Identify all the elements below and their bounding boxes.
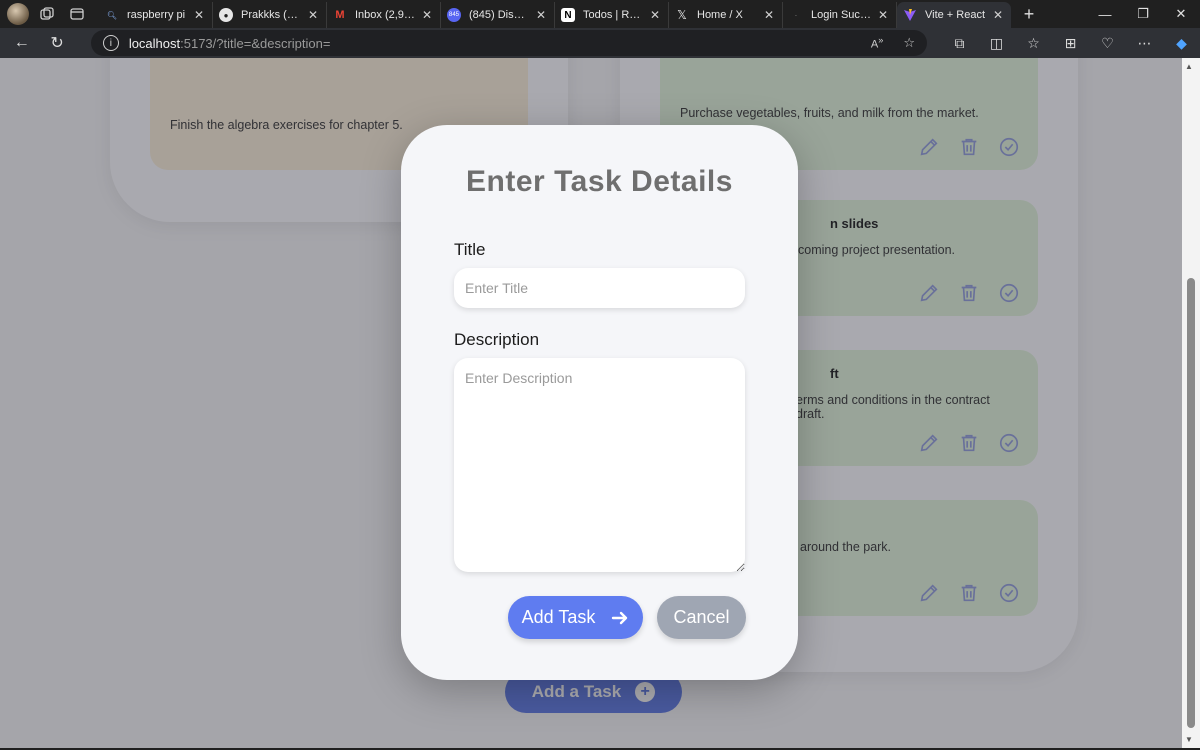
tab-strip: 🔍︎ raspberry pi ✕ ● Prakkks (Prak ✕ M In… — [99, 0, 1039, 28]
address-bar-row: ← ↻ i localhost :5173/?title=&descriptio… — [0, 28, 1200, 58]
tab-label: (845) Discord — [469, 9, 530, 21]
x-icon: 𝕏 — [677, 8, 687, 22]
tab-label: Home / X — [697, 9, 743, 21]
title-input[interactable] — [454, 268, 745, 308]
notion-icon: N — [561, 8, 575, 22]
tab-vite-react[interactable]: Vite + React ✕ — [897, 2, 1011, 28]
discord-badge: 845 — [448, 12, 459, 18]
browser-tab-bar: 🔍︎ raspberry pi ✕ ● Prakkks (Prak ✕ M In… — [0, 0, 1200, 28]
extensions-icon[interactable]: ⧉ — [941, 35, 978, 52]
vite-icon — [903, 8, 917, 22]
favorites-icon[interactable]: ☆ — [1015, 35, 1052, 52]
minimize-icon[interactable]: — — [1086, 7, 1124, 22]
title-label: Title — [454, 240, 486, 259]
new-tab-button[interactable]: + — [1019, 4, 1039, 25]
search-icon: 🔍︎ — [106, 10, 118, 20]
tab-login[interactable]: · Login Succes ✕ — [783, 2, 897, 28]
collections-icon[interactable]: ⊞ — [1052, 35, 1089, 52]
cancel-button[interactable]: Cancel — [657, 596, 746, 639]
close-icon[interactable]: ✕ — [762, 8, 776, 22]
description-label: Description — [454, 330, 540, 349]
tab-label: Login Succes — [811, 9, 872, 21]
tab-actions-icon[interactable] — [65, 2, 89, 26]
tab-gmail[interactable]: M Inbox (2,909) ✕ — [327, 2, 441, 28]
favorite-star-icon[interactable]: ☆ — [903, 35, 915, 51]
arrow-right-icon — [612, 611, 628, 624]
gmail-icon: M — [335, 9, 345, 21]
url-bar[interactable]: i localhost :5173/?title=&description= A… — [90, 30, 928, 56]
close-icon[interactable]: ✕ — [534, 8, 548, 22]
cancel-label: Cancel — [673, 607, 730, 627]
tab-todos[interactable]: N Todos | React ✕ — [555, 2, 669, 28]
split-screen-icon[interactable]: ◫ — [978, 35, 1015, 52]
page-scrollbar[interactable]: ▲ ▼ — [1182, 58, 1200, 748]
page-icon: · — [794, 10, 798, 20]
close-icon[interactable]: ✕ — [192, 8, 206, 22]
read-aloud-icon[interactable]: A» — [871, 35, 883, 51]
add-task-button[interactable]: Add Task — [508, 596, 643, 639]
tab-label: Prakkks (Prak — [241, 9, 302, 21]
close-window-icon[interactable]: ✕ — [1162, 6, 1200, 22]
back-arrow-icon[interactable]: ← — [4, 34, 39, 52]
page-viewport: Finish the algebra exercises for chapter… — [0, 58, 1182, 748]
site-info-icon[interactable]: i — [102, 35, 119, 51]
github-icon: ● — [219, 8, 233, 22]
tab-label: Inbox (2,909) — [355, 9, 416, 21]
description-textarea[interactable] — [454, 358, 745, 572]
restore-icon[interactable]: ❐ — [1124, 6, 1162, 22]
tab-github[interactable]: ● Prakkks (Prak ✕ — [213, 2, 327, 28]
close-icon[interactable]: ✕ — [420, 8, 434, 22]
tab-discord[interactable]: 845 (845) Discord ✕ — [441, 2, 555, 28]
browser-essentials-icon[interactable]: ♡ — [1089, 35, 1126, 52]
more-options-icon[interactable]: ⋯ — [1126, 35, 1163, 52]
close-icon[interactable]: ✕ — [876, 8, 890, 22]
profile-avatar[interactable] — [7, 3, 29, 25]
close-icon[interactable]: ✕ — [648, 8, 662, 22]
modal-title: Enter Task Details — [466, 165, 733, 198]
task-details-modal: Enter Task Details Title Description Add… — [401, 125, 798, 680]
tab-x[interactable]: 𝕏 Home / X ✕ — [669, 2, 783, 28]
tab-label: raspberry pi — [127, 9, 186, 21]
tab-label: Vite + React — [925, 9, 986, 21]
tab-label: Todos | React — [583, 9, 644, 21]
url-actions: A» ☆ — [871, 35, 915, 51]
discord-icon: 845 — [447, 8, 461, 22]
scroll-down-arrow-icon[interactable]: ▼ — [1185, 735, 1193, 744]
close-icon[interactable]: ✕ — [991, 8, 1005, 22]
scrollbar-thumb[interactable] — [1187, 278, 1195, 728]
tab-raspberry-pi[interactable]: 🔍︎ raspberry pi ✕ — [99, 2, 213, 28]
close-icon[interactable]: ✕ — [306, 8, 320, 22]
workspaces-icon[interactable] — [35, 2, 59, 26]
add-task-label: Add Task — [521, 607, 596, 627]
window-controls: — ❐ ✕ — [1086, 0, 1200, 28]
copilot-icon[interactable]: ◆ — [1163, 35, 1200, 52]
refresh-icon[interactable]: ↻ — [39, 33, 74, 53]
toolbar-icons: ⧉ ◫ ☆ ⊞ ♡ ⋯ ◆ — [941, 35, 1200, 52]
url-path: :5173/?title=&description= — [180, 35, 331, 51]
scroll-up-arrow-icon[interactable]: ▲ — [1185, 62, 1193, 71]
url-host: localhost — [128, 35, 181, 51]
